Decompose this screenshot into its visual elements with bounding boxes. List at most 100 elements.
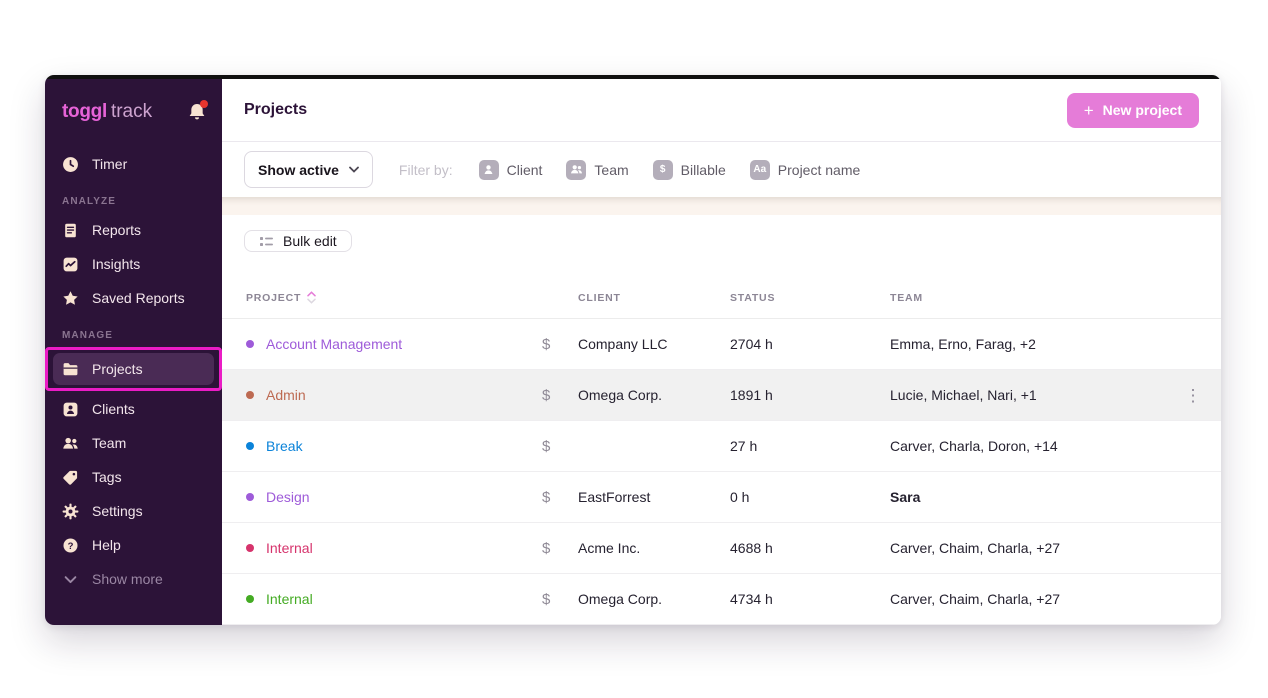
filter-chip-client[interactable]: Client	[479, 160, 543, 180]
project-cell: Account Management	[222, 336, 534, 352]
filter-chip-project-name[interactable]: AaProject name	[750, 160, 860, 180]
filter-chip-label: Team	[594, 162, 628, 178]
sidebar-nav: Timer ANALYZE Reports Insights Saved Reports…	[45, 145, 222, 625]
status-cell: 4688 h	[730, 540, 890, 556]
sidebar-item-label: Team	[92, 435, 126, 451]
project-cell: Internal	[222, 540, 534, 556]
project-color-dot	[246, 493, 254, 501]
projects-content: Bulk edit PROJECT CLIENT STAT	[222, 215, 1221, 625]
sidebar-item-insights[interactable]: Insights	[45, 247, 222, 281]
project-color-dot	[246, 442, 254, 450]
project-row: Internal $Acme Inc.4688 hCarver, Chaim, C…	[222, 523, 1221, 574]
column-header-team[interactable]: TEAM	[890, 292, 1165, 304]
chevron-down-icon	[62, 571, 79, 588]
clock-icon	[62, 156, 79, 173]
people-icon	[566, 160, 586, 180]
client-cell: Company LLC	[578, 336, 730, 352]
section-divider-band	[222, 197, 1221, 215]
project-name-link[interactable]: Internal	[266, 591, 313, 607]
bulk-edit-label: Bulk edit	[283, 233, 337, 249]
status-cell: 27 h	[730, 438, 890, 454]
column-header-client[interactable]: CLIENT	[578, 292, 730, 304]
column-header-project[interactable]: PROJECT	[222, 291, 534, 304]
project-name-link[interactable]: Account Management	[266, 336, 402, 352]
filter-bar: Show active Filter by: Client Team $Billab…	[222, 142, 1221, 197]
project-name-link[interactable]: Break	[266, 438, 303, 454]
sort-asc-icon	[307, 291, 316, 304]
text-icon: Aa	[750, 160, 770, 180]
sidebar-item-label: Timer	[92, 156, 127, 172]
status-cell: 0 h	[730, 489, 890, 505]
team-cell: Carver, Charla, Doron, +14	[890, 438, 1165, 454]
sidebar-item-clients[interactable]: Clients	[45, 392, 222, 426]
sidebar-item-settings[interactable]: Settings	[45, 494, 222, 528]
folder-icon	[62, 361, 79, 378]
active-item-annotation-box: Projects	[45, 347, 222, 391]
sidebar-section-label: MANAGE	[45, 328, 222, 342]
project-row: Internal$Omega Corp.4734 hCarver, Chaim,…	[222, 574, 1221, 625]
tag-icon	[62, 469, 79, 486]
projects-table: PROJECT CLIENT STATUS TEAM Account Manag	[222, 277, 1221, 625]
sidebar-item-help[interactable]: ?Help	[45, 528, 222, 562]
sidebar-item-timer[interactable]: Timer	[45, 147, 222, 181]
filter-chips: Client Team $Billable AaProject name	[479, 160, 861, 180]
filter-by-label: Filter by:	[399, 162, 453, 178]
column-label: PROJECT	[246, 292, 301, 304]
sidebar-item-show-more[interactable]: Show more	[45, 562, 222, 596]
sidebar-item-label: Projects	[92, 361, 143, 377]
sidebar-item-reports[interactable]: Reports	[45, 213, 222, 247]
billable-dollar-icon: $	[534, 540, 578, 557]
client-cell: Omega Corp.	[578, 591, 730, 607]
project-name-link[interactable]: Internal	[266, 540, 313, 556]
project-color-dot	[246, 595, 254, 603]
sidebar-item-label: Insights	[92, 256, 140, 272]
sidebar-item-label: Show more	[92, 571, 163, 587]
filter-chip-label: Billable	[681, 162, 726, 178]
sidebar-item-team[interactable]: Team	[45, 426, 222, 460]
team-cell: Carver, Chaim, Charla, +27	[890, 540, 1165, 556]
client-cell: EastForrest	[578, 489, 730, 505]
page-header: Projects + New project	[222, 79, 1221, 142]
team-cell: Carver, Chaim, Charla, +27	[890, 591, 1165, 607]
billable-dollar-icon: $	[534, 438, 578, 455]
project-cell: Internal	[222, 591, 534, 607]
bulk-edit-button[interactable]: Bulk edit	[244, 230, 352, 252]
billable-dollar-icon: $	[534, 387, 578, 404]
table-body: Account Management$Company LLC2704 hEmma…	[222, 319, 1221, 625]
project-color-dot	[246, 340, 254, 348]
team-cell: Sara	[890, 489, 1165, 505]
plus-icon: +	[1084, 102, 1094, 119]
toggl-track-logo[interactable]: toggltrack	[62, 101, 152, 123]
sidebar-item-tags[interactable]: Tags	[45, 460, 222, 494]
chevron-down-icon	[349, 166, 359, 173]
new-project-label: New project	[1103, 102, 1182, 118]
sidebar-item-label: Help	[92, 537, 121, 553]
star-icon	[62, 290, 79, 307]
show-active-label: Show active	[258, 162, 339, 178]
sidebar-item-projects[interactable]: Projects	[53, 353, 214, 385]
filter-chip-team[interactable]: Team	[566, 160, 628, 180]
client-cell: Acme Inc.	[578, 540, 730, 556]
sidebar-item-saved-reports[interactable]: Saved Reports	[45, 281, 222, 315]
project-name-link[interactable]: Design	[266, 489, 310, 505]
project-color-dot	[246, 544, 254, 552]
bulk-edit-list-icon	[259, 234, 274, 249]
status-cell: 1891 h	[730, 387, 890, 403]
project-row: Admin$Omega Corp.1891 hLucie, Michael, N…	[222, 370, 1221, 421]
row-menu-button[interactable]: ⋮	[1165, 387, 1221, 404]
project-cell: Design	[222, 489, 534, 505]
main-panel: Projects + New project Show active Filte…	[222, 79, 1221, 625]
sidebar-header: toggltrack	[45, 79, 222, 145]
filter-chip-billable[interactable]: $Billable	[653, 160, 726, 180]
sidebar-section-label: ANALYZE	[45, 194, 222, 208]
logo-primary-text: toggl	[62, 101, 107, 122]
show-active-dropdown[interactable]: Show active	[244, 151, 373, 188]
project-name-link[interactable]: Admin	[266, 387, 306, 403]
new-project-button[interactable]: + New project	[1067, 93, 1199, 128]
chart-icon	[62, 256, 79, 273]
status-cell: 4734 h	[730, 591, 890, 607]
team-cell: Lucie, Michael, Nari, +1	[890, 387, 1165, 403]
notifications-bell-icon[interactable]	[187, 102, 207, 122]
person-icon	[479, 160, 499, 180]
column-header-status[interactable]: STATUS	[730, 292, 890, 304]
